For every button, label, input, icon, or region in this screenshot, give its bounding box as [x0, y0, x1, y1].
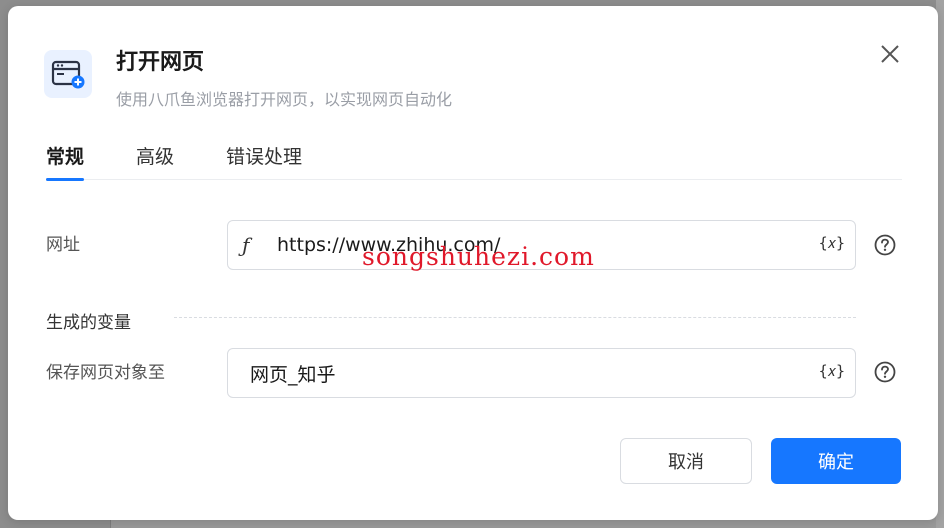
- variable-insert-icon[interactable]: {𝑥}: [819, 234, 845, 252]
- help-icon[interactable]: [874, 361, 896, 383]
- dialog-subtitle: 使用八爪鱼浏览器打开网页，以实现网页自动化: [116, 90, 453, 109]
- save-to-label: 保存网页对象至: [46, 363, 165, 383]
- open-webpage-dialog: 打开网页 使用八爪鱼浏览器打开网页，以实现网页自动化 常规 高级 错误处理 网址…: [8, 6, 938, 520]
- browser-window-add-icon: [44, 50, 92, 98]
- cancel-button[interactable]: 取消: [620, 438, 752, 484]
- tab-general[interactable]: 常规: [46, 142, 85, 181]
- dialog-title: 打开网页: [116, 50, 205, 75]
- generated-variables-title: 生成的变量: [46, 313, 131, 333]
- close-icon: [881, 45, 899, 63]
- help-icon[interactable]: [874, 234, 896, 256]
- url-label: 网址: [46, 235, 80, 255]
- watermark: songshuhezi.com: [362, 242, 595, 271]
- section-divider: [174, 317, 856, 318]
- tab-advanced[interactable]: 高级: [136, 142, 174, 180]
- function-icon[interactable]: ƒ: [242, 233, 262, 257]
- close-button[interactable]: [878, 42, 902, 66]
- tab-error-handling[interactable]: 错误处理: [226, 142, 302, 180]
- save-variable-input[interactable]: 网页_知乎 {𝑥}: [227, 348, 856, 398]
- save-variable-value: 网页_知乎: [250, 363, 336, 386]
- ok-button[interactable]: 确定: [771, 438, 901, 484]
- tab-bar: 常规 高级 错误处理: [46, 138, 902, 181]
- variable-insert-icon[interactable]: {𝑥}: [819, 362, 845, 380]
